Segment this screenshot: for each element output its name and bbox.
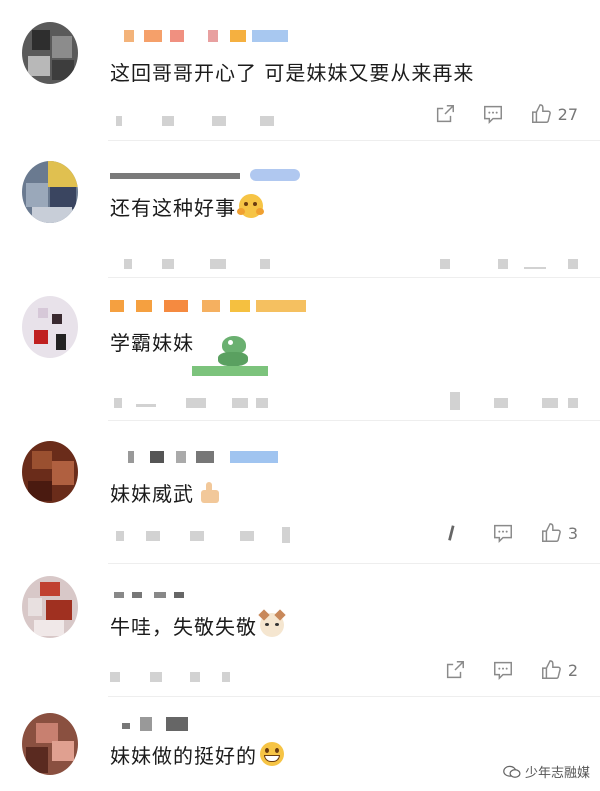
thumbs-up-icon [541,523,561,542]
comment-item: 这回哥哥开心了 可是妹妹又要从来再来 27 [0,0,600,140]
avatar[interactable] [22,441,78,503]
comment-text: 学霸妹妹 [110,330,194,355]
avatar[interactable] [22,576,78,638]
share-button[interactable] [444,659,466,681]
avatar[interactable] [22,161,78,223]
comment-item: 牛哇，失敬失敬 2 [0,564,600,696]
like-count: 27 [557,104,578,124]
comment-text: 妹妹做的挺好的 [110,739,284,769]
like-count: 3 [567,523,578,543]
reply-button[interactable] [482,103,504,125]
thumbs-up-icon [541,660,561,679]
comment-icon [483,105,502,125]
watermark: 少年志融媒 [503,762,590,781]
cat-emoji-icon [258,609,286,637]
comment-text-label: 妹妹做的挺好的 [110,743,257,768]
comment-meta-redacted [110,672,240,682]
like-button[interactable]: 27 [530,103,578,125]
like-count: 2 [567,660,578,680]
watermark-label: 少年志融媒 [524,766,590,781]
username-redacted [110,451,280,463]
comment-meta-redacted [110,392,580,410]
share-icon [446,661,464,679]
reply-button[interactable] [492,659,514,681]
reply-button[interactable] [492,522,514,544]
like-button[interactable]: 3 [540,522,578,544]
share-button[interactable] [444,522,466,544]
comment-text-label: 还有这种好事 [110,195,236,220]
avatar[interactable] [22,296,78,358]
comment-text: 还有这种好事 [110,191,264,221]
grin-emoji-icon [260,742,284,766]
dinosaur-sticker-icon [192,332,268,378]
like-button[interactable]: 2 [540,659,578,681]
avatar[interactable] [22,22,78,84]
avatar[interactable] [22,713,78,775]
comment-meta-redacted [110,259,580,269]
comment-text-label: 牛哇，失敬失敬 [110,614,257,639]
username-redacted [110,169,300,181]
hug-emoji-icon [237,194,264,218]
share-icon [436,105,454,123]
comment-meta-redacted [110,527,310,543]
username-redacted [110,30,290,42]
comment-icon [493,661,512,681]
comment-text: 这回哥哥开心了 可是妹妹又要从来再来 [110,60,475,85]
comment-text-label: 妹妹威武 [110,481,194,506]
username-redacted [110,717,200,731]
thumbs-up-icon [531,104,551,123]
share-icon [447,525,455,541]
comment-icon [493,524,512,544]
comment-item: 学霸妹妹 [0,278,600,420]
comment-item: 妹妹威武 3 [0,421,600,563]
share-button[interactable] [434,103,456,125]
comment-text: 牛哇，失敬失敬 [110,609,286,640]
comment-item: 妹妹做的挺好的 少年志融媒 [0,697,600,791]
comment-item: 还有这种好事 [0,141,600,277]
username-redacted [110,300,310,312]
wechat-icon [503,765,521,778]
comment-meta-redacted [110,116,280,126]
username-redacted [110,588,210,600]
comment-text: 妹妹威武 [110,477,221,507]
thumbs-up-emoji-icon [197,480,221,504]
